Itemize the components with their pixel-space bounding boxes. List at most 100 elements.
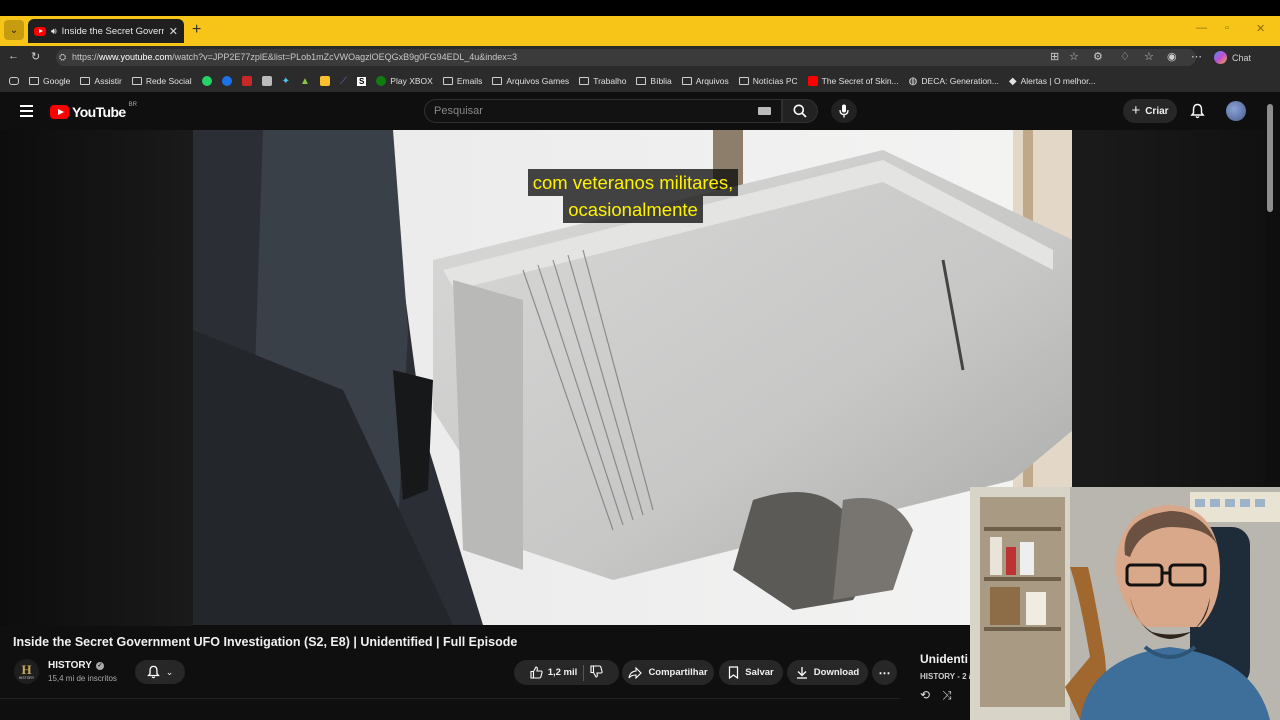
playlist-subtitle: HISTORY - 2 /	[920, 672, 971, 681]
save-label: Salvar	[745, 667, 774, 678]
globe-icon: ◍	[908, 75, 918, 87]
bookmark-arquivos[interactable]: Arquivos	[677, 76, 734, 86]
new-tab-button[interactable]: +	[192, 21, 201, 39]
close-tab-icon[interactable]: ✕	[169, 25, 178, 38]
voice-search-button[interactable]	[831, 99, 857, 123]
bookmark-deca[interactable]: ◍ DECA: Generation...	[904, 76, 1004, 87]
chevron-down-icon: ⌄	[9, 24, 19, 36]
blue-circle-icon	[221, 76, 232, 86]
bookmark-star-icon[interactable]: ☆	[1069, 50, 1079, 63]
tab-title: Inside the Secret Government	[61, 25, 164, 37]
playlist-controls: ⟲ ⤨	[920, 688, 952, 703]
bookmark-green[interactable]: ▲	[295, 76, 315, 87]
scrollbar-thumb[interactable]	[1267, 104, 1273, 212]
browser-tab-active[interactable]: 🔊︎ Inside the Secret Government ✕	[28, 19, 184, 43]
profile-icon[interactable]: ◉	[1167, 50, 1177, 63]
bookmark-google[interactable]: Google	[24, 76, 75, 86]
more-menu-icon[interactable]: ⋯	[1191, 50, 1202, 63]
chevron-down-icon: ⌄	[165, 666, 174, 677]
bookmark-label: Emails	[456, 76, 483, 86]
tab-search-button[interactable]: ⌄	[4, 20, 24, 40]
thumbs-up-icon	[530, 666, 543, 679]
back-icon[interactable]: ←	[8, 50, 19, 62]
close-window-icon[interactable]: ✕	[1256, 22, 1265, 35]
like-divider	[583, 664, 585, 681]
reading-list-icon[interactable]	[4, 77, 24, 85]
youtube-play-icon	[50, 105, 69, 119]
playlist-title[interactable]: Unidenti	[920, 652, 968, 666]
subscription-button[interactable]: ⌄	[135, 660, 185, 684]
search-input[interactable]: Pesquisar	[424, 99, 782, 123]
bookmark-emails[interactable]: Emails	[438, 76, 488, 86]
whatsapp-icon	[201, 76, 212, 86]
bookmark-assistir[interactable]: Assistir	[75, 76, 126, 86]
star-icon: ✦	[281, 75, 291, 87]
bookmark-s[interactable]: S	[352, 76, 371, 86]
youtube-logo[interactable]: YouTube BR	[50, 102, 137, 120]
speaker-icon[interactable]: 🔊︎	[51, 26, 57, 37]
bookmark-biblia[interactable]: Bíblia	[631, 76, 676, 86]
bookmark-arquivos-games[interactable]: Arquivos Games	[487, 76, 574, 86]
bookmark-whatsapp[interactable]	[197, 76, 217, 86]
minimize-icon[interactable]: —	[1196, 22, 1207, 34]
bookmark-alertas[interactable]: ◆ Alertas | O melhor...	[1004, 76, 1101, 87]
window-top-strip	[0, 0, 1280, 16]
address-bar[interactable]: https://www.youtube.com/watch?v=JPP2E77z…	[56, 49, 1196, 66]
country-code: BR	[128, 102, 137, 108]
green-icon: ▲	[300, 75, 310, 87]
bookmark-rede-social[interactable]: Rede Social	[127, 76, 197, 86]
loop-icon[interactable]: ⟲	[920, 688, 930, 703]
app-install-icon[interactable]: ⊞	[1050, 50, 1059, 63]
video-captions: com veteranos militares, ocasionalmente	[508, 169, 758, 223]
bookmark-chart[interactable]: ⟋	[335, 76, 352, 87]
bookmark-secret-of-skin[interactable]: The Secret of Skin...	[803, 76, 904, 86]
hamburger-menu-icon[interactable]	[20, 105, 33, 117]
divider	[0, 698, 900, 699]
bookmark-square[interactable]	[257, 76, 277, 86]
caption-line-2: ocasionalmente	[563, 196, 703, 223]
bookmark-trabalho[interactable]: Trabalho	[574, 76, 631, 86]
bookmark-red[interactable]	[237, 76, 257, 86]
bookmark-play-xbox[interactable]: Play XBOX	[371, 76, 438, 86]
folder-icon	[636, 77, 647, 85]
save-button[interactable]: Salvar	[719, 660, 783, 685]
keyboard-icon[interactable]	[758, 107, 771, 115]
channel-avatar[interactable]: H HISTORY	[14, 659, 39, 684]
collections-icon[interactable]: ☆	[1144, 50, 1154, 63]
url-host: www.youtube.com	[99, 52, 173, 62]
microphone-icon	[839, 104, 849, 118]
more-actions-button[interactable]: ⋯	[872, 660, 897, 685]
like-button[interactable]: 1,2 mil	[530, 666, 577, 679]
extensions-icon[interactable]: ⚙	[1093, 50, 1103, 63]
notifications-button[interactable]	[1190, 103, 1205, 124]
bookmark-blue[interactable]	[217, 76, 237, 86]
chat-button[interactable]: Chat	[1214, 51, 1251, 64]
share-button[interactable]: Compartilhar	[622, 660, 714, 685]
search-button[interactable]	[782, 99, 818, 123]
webcam-feed-image	[970, 487, 1280, 720]
dislike-button[interactable]	[590, 664, 603, 681]
reload-icon[interactable]: ↻	[31, 50, 40, 63]
red-icon	[241, 76, 252, 86]
shuffle-icon[interactable]: ⤨	[942, 688, 952, 703]
bookmark-yellow[interactable]	[315, 76, 335, 86]
maximize-icon[interactable]: ▫	[1225, 22, 1229, 34]
create-button[interactable]: + Criar	[1123, 99, 1177, 123]
youtube-wordmark: YouTube	[72, 104, 126, 120]
download-icon	[796, 667, 807, 679]
bookmark-noticias-pc[interactable]: Notícias PC	[734, 76, 803, 86]
account-avatar[interactable]	[1226, 101, 1246, 121]
bookmark-label: Google	[43, 76, 71, 86]
download-button[interactable]: Download	[787, 660, 868, 685]
channel-name[interactable]: HISTORY ✓	[48, 660, 104, 671]
share-icon	[628, 666, 643, 679]
bookmark-star[interactable]: ✦	[277, 76, 295, 87]
subscriber-count: 15,4 mi de inscritos	[48, 674, 117, 683]
chart-icon: ⟋	[339, 75, 347, 87]
site-info-icon[interactable]: ⛭	[59, 52, 66, 63]
xbox-icon	[376, 76, 387, 86]
share-label: Compartilhar	[648, 667, 708, 678]
favorites-icon[interactable]: ♢	[1120, 50, 1130, 63]
bookmark-label: Assistir	[94, 76, 122, 86]
folder-icon	[738, 77, 749, 85]
